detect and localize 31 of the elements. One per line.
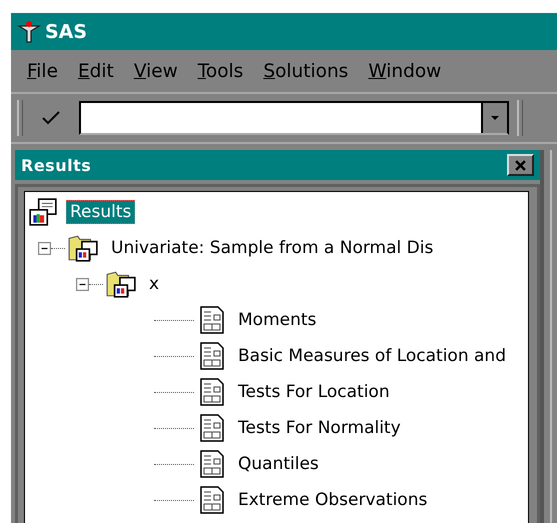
results-icon — [28, 197, 58, 227]
table-icon — [198, 486, 226, 514]
tree-item[interactable]: Tests For Normality — [234, 416, 405, 440]
command-field[interactable] — [79, 101, 509, 135]
collapse-toggle-icon[interactable] — [38, 242, 51, 254]
menu-item[interactable]: Tools — [192, 58, 252, 84]
collapse-toggle-icon[interactable] — [76, 278, 89, 290]
tree-item[interactable]: Moments — [234, 308, 320, 332]
menu-item[interactable]: Edit — [72, 58, 122, 84]
table-icon — [198, 342, 226, 370]
window-title: SAS — [45, 20, 88, 42]
menu-item[interactable]: File — [21, 58, 66, 84]
table-icon — [198, 450, 226, 478]
menu-item[interactable]: Solutions — [257, 58, 356, 84]
menu-item[interactable]: Window — [362, 58, 450, 84]
panel-title: Results — [21, 156, 92, 174]
tree-item[interactable]: Basic Measures of Location and — [234, 344, 510, 368]
tree-item[interactable]: x — [145, 272, 164, 296]
tree-item[interactable]: Univariate: Sample from a Normal Dis — [107, 236, 438, 260]
table-icon — [198, 306, 226, 334]
tree-item[interactable]: Results — [66, 200, 136, 224]
toolbar-grip[interactable] — [17, 100, 23, 136]
app-logo-icon — [17, 18, 41, 44]
tree-item[interactable]: Quantiles — [234, 452, 323, 476]
toolbar-grip[interactable] — [517, 100, 523, 136]
tree-item[interactable]: Extreme Observations — [234, 488, 432, 512]
tree-item[interactable]: Tests For Location — [234, 380, 394, 404]
menu-item[interactable]: View — [128, 58, 186, 84]
table-icon — [198, 414, 226, 442]
close-icon[interactable] — [507, 154, 534, 176]
table-icon — [198, 378, 226, 406]
